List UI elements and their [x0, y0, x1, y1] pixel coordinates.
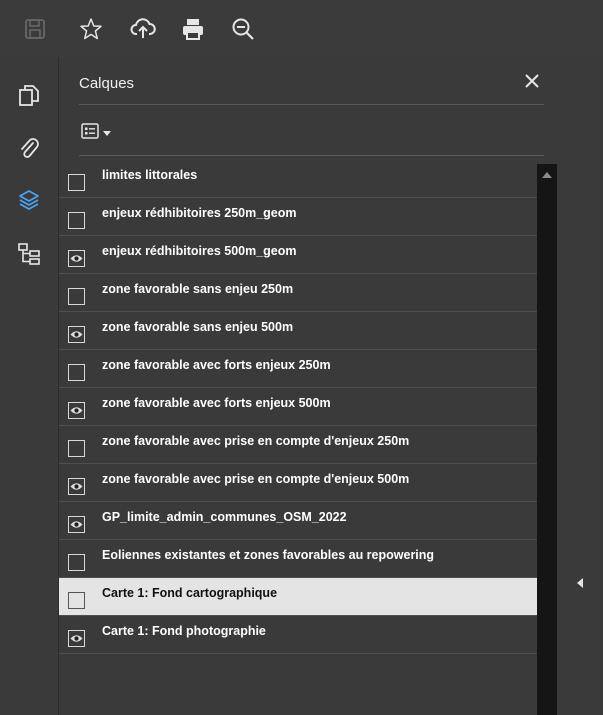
eye-icon: [70, 255, 83, 262]
layer-visibility-checkbox[interactable]: [68, 440, 85, 457]
layers-panel: Calques limites littorales enjeux rédhibi…: [59, 57, 564, 715]
layer-row[interactable]: enjeux rédhibitoires 500m_geom: [59, 236, 537, 274]
layer-row[interactable]: limites littorales: [59, 160, 537, 198]
layer-visibility-checkbox[interactable]: [68, 174, 85, 191]
layer-label: Carte 1: Fond cartographique: [102, 586, 278, 600]
layer-visibility-checkbox[interactable]: [68, 288, 85, 305]
panel-title: Calques: [79, 75, 135, 92]
eye-icon: [70, 521, 83, 528]
layer-label: enjeux rédhibitoires 500m_geom: [102, 244, 297, 258]
layer-row[interactable]: zone favorable avec forts enjeux 500m: [59, 388, 537, 426]
upload-cloud-icon[interactable]: [128, 14, 158, 44]
top-toolbar: [0, 0, 603, 57]
star-icon[interactable]: [76, 14, 106, 44]
layer-row[interactable]: enjeux rédhibitoires 250m_geom: [59, 198, 537, 236]
close-icon[interactable]: [520, 69, 544, 93]
layer-row[interactable]: Carte 1: Fond photographie: [59, 616, 537, 654]
sidebar: [0, 57, 59, 715]
layer-visibility-checkbox[interactable]: [68, 250, 85, 267]
eye-icon: [70, 483, 83, 490]
layer-label: GP_limite_admin_communes_OSM_2022: [102, 510, 347, 524]
eye-icon: [70, 331, 83, 338]
eye-icon: [70, 635, 83, 642]
divider: [79, 104, 544, 105]
layer-label: zone favorable avec forts enjeux 250m: [102, 358, 331, 372]
layer-row[interactable]: GP_limite_admin_communes_OSM_2022: [59, 502, 537, 540]
layer-label: limites littorales: [102, 168, 198, 182]
layer-visibility-checkbox[interactable]: [68, 478, 85, 495]
layer-visibility-checkbox[interactable]: [68, 592, 85, 609]
collapse-panel-icon[interactable]: [570, 573, 590, 593]
layer-row[interactable]: zone favorable avec forts enjeux 250m: [59, 350, 537, 388]
layers-icon[interactable]: [12, 183, 46, 217]
divider: [79, 155, 544, 156]
list-options-icon: [81, 122, 99, 144]
eye-icon: [70, 407, 83, 414]
layer-row[interactable]: zone favorable sans enjeu 500m: [59, 312, 537, 350]
save-icon[interactable]: [20, 14, 50, 44]
layer-list: limites littorales enjeux rédhibitoires 2…: [59, 160, 537, 715]
layer-label: zone favorable avec prise en compte d'en…: [102, 472, 410, 486]
right-panel-strip: [564, 57, 603, 715]
layer-label: zone favorable avec forts enjeux 500m: [102, 396, 331, 410]
pages-icon[interactable]: [12, 79, 46, 113]
layer-visibility-checkbox[interactable]: [68, 554, 85, 571]
layer-label: enjeux rédhibitoires 250m_geom: [102, 206, 297, 220]
attachment-icon[interactable]: [12, 131, 46, 165]
layer-visibility-checkbox[interactable]: [68, 516, 85, 533]
layer-row[interactable]: Eoliennes existantes et zones favorables…: [59, 540, 537, 578]
layer-label: zone favorable sans enjeu 500m: [102, 320, 294, 334]
layer-visibility-checkbox[interactable]: [68, 364, 85, 381]
layer-label: zone favorable sans enjeu 250m: [102, 282, 294, 296]
layer-options-button[interactable]: [81, 121, 129, 145]
layer-visibility-checkbox[interactable]: [68, 402, 85, 419]
layer-row[interactable]: Carte 1: Fond cartographique: [59, 578, 537, 616]
layer-row[interactable]: zone favorable avec prise en compte d'en…: [59, 426, 537, 464]
layer-row[interactable]: zone favorable avec prise en compte d'en…: [59, 464, 537, 502]
structure-icon[interactable]: [12, 237, 46, 271]
scroll-up-arrow-icon: [542, 172, 552, 178]
layer-visibility-checkbox[interactable]: [68, 212, 85, 229]
layer-label: Carte 1: Fond photographie: [102, 624, 266, 638]
scrollbar[interactable]: [537, 164, 557, 715]
chevron-down-icon: [103, 124, 111, 142]
layer-visibility-checkbox[interactable]: [68, 326, 85, 343]
layer-label: zone favorable avec prise en compte d'en…: [102, 434, 410, 448]
layer-label: Eoliennes existantes et zones favorables…: [102, 548, 435, 562]
print-icon[interactable]: [178, 14, 208, 44]
layer-row[interactable]: zone favorable sans enjeu 250m: [59, 274, 537, 312]
layer-visibility-checkbox[interactable]: [68, 630, 85, 647]
zoom-out-icon[interactable]: [228, 14, 258, 44]
